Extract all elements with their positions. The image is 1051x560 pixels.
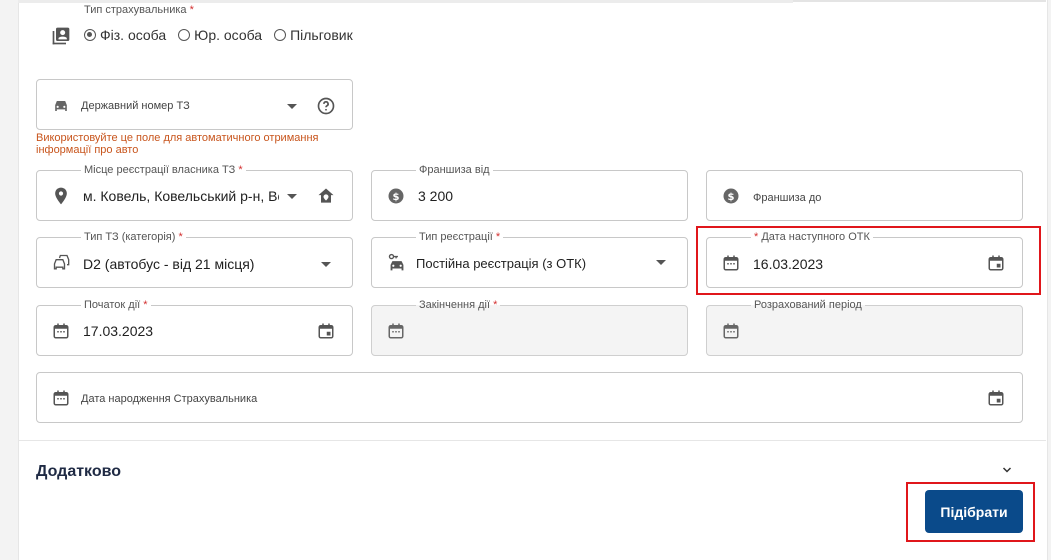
franchise-from-field[interactable]: Франшиза від $ 3 200 (371, 163, 688, 221)
calendar-icon (723, 255, 739, 271)
money-icon: $ (388, 188, 404, 204)
person-card-icon (52, 27, 70, 45)
svg-text:$: $ (393, 192, 400, 203)
franchise-to-placeholder: Франшиза до (753, 192, 822, 204)
calendar-icon (723, 323, 739, 339)
franchise-from-label: Франшиза від (416, 163, 493, 177)
radio-legal-entity[interactable]: Юр. особа (178, 27, 262, 43)
start-date-value: 17.03.2023 (83, 323, 154, 339)
calendar-icon (53, 390, 69, 406)
house-marker-icon[interactable] (316, 186, 336, 206)
calendar-picker-icon[interactable] (987, 254, 1005, 272)
birth-date-field[interactable]: Дата народження Страхувальника (36, 372, 1023, 423)
registration-type-label: Тип реєстрації * (416, 230, 504, 244)
plate-number-field[interactable]: Державний номер ТЗ (36, 79, 353, 130)
dropdown-caret-icon[interactable] (321, 262, 331, 267)
birth-date-placeholder: Дата народження Страхувальника (81, 393, 258, 405)
registration-place-field[interactable]: Місце реєстрації власника ТЗ * м. Ковель… (36, 163, 353, 221)
car-key-icon (388, 253, 404, 271)
money-icon: $ (723, 188, 739, 204)
radio-legal-entity-circle[interactable] (178, 29, 191, 41)
vehicle-type-label: Тип ТЗ (категорія) * (81, 230, 186, 244)
start-date-field[interactable]: Початок дії * 17.03.2023 (36, 298, 353, 356)
additional-section-title[interactable]: Додатково (36, 463, 121, 481)
calculated-period-field: Розрахований період (706, 298, 1023, 356)
section-divider (18, 440, 1046, 441)
location-pin-icon (55, 187, 67, 205)
dropdown-caret-icon[interactable] (287, 194, 297, 199)
calendar-icon (53, 323, 69, 339)
cars-icon (53, 254, 70, 270)
svg-text:$: $ (728, 192, 735, 203)
end-date-label: Закінчення дії * (416, 298, 501, 312)
required-mark: * (189, 4, 194, 16)
next-otk-date-field[interactable]: * Дата наступного ОТК 16.03.2023 (706, 230, 1023, 288)
chevron-down-icon[interactable] (1001, 464, 1013, 476)
top-divider (18, 0, 793, 3)
top-divider-right (793, 0, 1046, 2)
insurer-type-label: Тип страхувальника * (84, 4, 194, 16)
franchise-from-value: 3 200 (418, 188, 454, 204)
calendar-picker-icon[interactable] (317, 322, 335, 340)
submit-button[interactable]: Підібрати (925, 490, 1023, 533)
radio-individual-circle[interactable] (84, 29, 96, 41)
help-icon[interactable] (316, 96, 336, 116)
calendar-icon (388, 323, 404, 339)
plate-hint: Використовуйте це поле для автоматичного… (36, 132, 319, 156)
dropdown-caret-icon[interactable] (656, 260, 666, 265)
next-otk-date-label: * Дата наступного ОТК (751, 230, 873, 244)
car-icon (55, 101, 67, 111)
registration-place-value: м. Ковель, Ковельський р-н, Во (83, 188, 279, 204)
start-date-label: Початок дії * (81, 298, 151, 312)
radio-beneficiary[interactable]: Пільговик (274, 27, 353, 43)
end-date-field: Закінчення дії * (371, 298, 688, 356)
plate-number-placeholder: Державний номер ТЗ (81, 100, 190, 112)
registration-type-value: Постійна реєстрація (з ОТК) (416, 256, 587, 271)
vehicle-type-field[interactable]: Тип ТЗ (категорія) * D2 (автобус - від 2… (36, 230, 353, 288)
next-otk-date-value: 16.03.2023 (753, 256, 824, 272)
vehicle-type-value: D2 (автобус - від 21 місця) (83, 256, 255, 272)
radio-beneficiary-circle[interactable] (274, 29, 287, 41)
registration-type-field[interactable]: Тип реєстрації * Постійна реєстрація (з … (371, 230, 688, 288)
registration-place-label: Місце реєстрації власника ТЗ * (81, 163, 246, 177)
calculated-period-label: Розрахований період (751, 298, 865, 312)
dropdown-caret-icon[interactable] (287, 104, 297, 109)
calendar-picker-icon[interactable] (987, 389, 1005, 407)
franchise-to-field[interactable]: $ Франшиза до (706, 170, 1023, 221)
insurer-type-radios: Фіз. особа Юр. особа Пільговик (84, 27, 365, 43)
radio-individual[interactable]: Фіз. особа (84, 27, 166, 43)
